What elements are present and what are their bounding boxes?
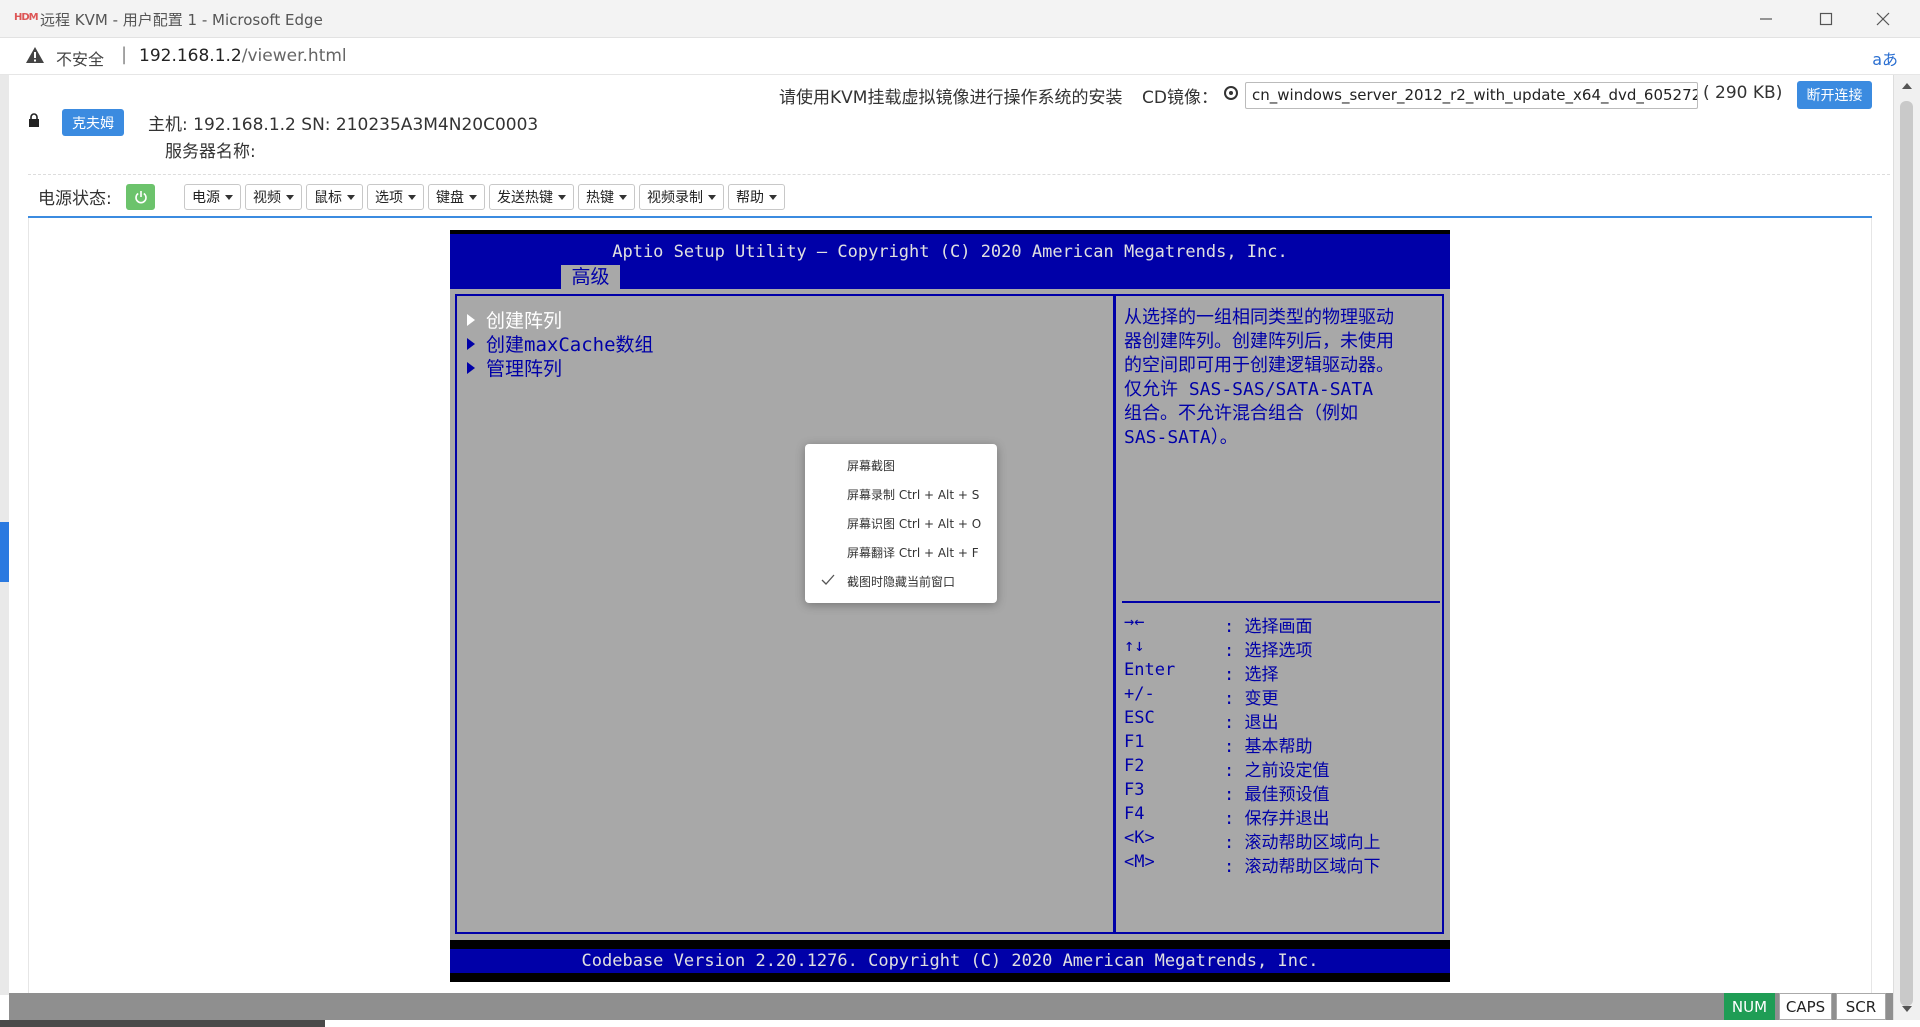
chevron-down-icon <box>769 194 777 200</box>
menu-video[interactable]: 视频 <box>245 184 302 210</box>
menu-keyboard[interactable]: 键盘 <box>428 184 485 210</box>
bottom-stripe <box>0 1020 1920 1027</box>
warning-icon <box>26 47 44 63</box>
bios-help-divider <box>1122 601 1440 603</box>
url-path: /viewer.html <box>241 46 347 66</box>
status-bar <box>9 993 1893 1020</box>
power-icon <box>134 191 147 204</box>
triangle-right-icon <box>467 337 475 350</box>
minimize-button[interactable] <box>1738 0 1794 38</box>
menu-item-screen-ocr[interactable]: 屏幕识图 Ctrl + Alt + O <box>805 509 997 538</box>
server-name-label: 服务器名称: <box>165 142 256 162</box>
chevron-down-icon <box>619 194 627 200</box>
menu-item-hide-window[interactable]: 截图时隐藏当前窗口 <box>805 567 997 596</box>
vertical-scrollbar[interactable] <box>1893 75 1920 1020</box>
user-button[interactable]: 克夫姆 <box>62 109 124 136</box>
address-url[interactable]: 192.168.1.2/viewer.html <box>139 46 347 66</box>
chevron-down-icon <box>558 194 566 200</box>
caps-lock-indicator[interactable]: CAPS <box>1779 993 1832 1020</box>
bios-item-create-maxcache[interactable]: 创建maxCache数组 <box>467 330 654 357</box>
cd-hint-text: 请使用KVM挂载虚拟镜像进行操作系统的安装 <box>779 88 1123 108</box>
bios-screen[interactable]: Aptio Setup Utility – Copyright (C) 2020… <box>450 230 1450 982</box>
menu-video-record[interactable]: 视频录制 <box>639 184 724 210</box>
power-status-button[interactable] <box>126 184 155 210</box>
bios-title: Aptio Setup Utility – Copyright (C) 2020… <box>612 242 1288 262</box>
chevron-down-icon <box>286 194 294 200</box>
cd-image-label: CD镜像： <box>1142 88 1218 108</box>
address-bar[interactable]: 不安全 | 192.168.1.2/viewer.html aあ <box>0 38 1920 75</box>
url-host: 192.168.1.2 <box>139 46 242 66</box>
checkmark-icon <box>821 574 835 585</box>
bottom-stripe-dark <box>0 1020 325 1027</box>
disconnect-button[interactable]: 断开连接 <box>1797 81 1872 109</box>
lock-icon <box>29 113 39 127</box>
bios-header: Aptio Setup Utility – Copyright (C) 2020… <box>450 234 1450 289</box>
minimize-icon <box>1760 18 1772 20</box>
cd-image-size: ( 290 KB) <box>1703 83 1783 103</box>
header-divider <box>28 174 1890 175</box>
chevron-down-icon <box>225 194 233 200</box>
num-lock-indicator[interactable]: NUM <box>1724 993 1775 1020</box>
menu-hotkey[interactable]: 热键 <box>578 184 635 210</box>
bios-body: 创建阵列 创建maxCache数组 管理阵列 从选择的一组相同类型的物理驱动 器… <box>450 289 1450 940</box>
scroll-up-icon[interactable] <box>1902 83 1912 89</box>
insecure-label[interactable]: 不安全 <box>56 46 104 70</box>
scroll-lock-indicator[interactable]: SCR <box>1836 993 1886 1020</box>
screenshot-context-menu: 屏幕截图 屏幕录制 Ctrl + Alt + S 屏幕识图 Ctrl + Alt… <box>805 444 997 603</box>
chevron-down-icon <box>469 194 477 200</box>
scroll-down-icon[interactable] <box>1902 1006 1912 1012</box>
chevron-down-icon <box>347 194 355 200</box>
bios-item-manage-array[interactable]: 管理阵列 <box>467 354 562 381</box>
window-title: 远程 KVM - 用户配置 1 - Microsoft Edge <box>40 11 323 29</box>
menu-item-screenshot[interactable]: 屏幕截图 <box>805 451 997 480</box>
maximize-icon <box>1819 12 1833 26</box>
bios-menu-panel: 创建阵列 创建maxCache数组 管理阵列 <box>455 294 1115 934</box>
menu-options[interactable]: 选项 <box>367 184 424 210</box>
scroll-thumb[interactable] <box>1900 101 1913 1006</box>
chevron-down-icon <box>708 194 716 200</box>
host-info: 主机: 192.168.1.2 SN: 210235A3M4N20C0003 <box>148 115 539 135</box>
triangle-right-icon <box>467 361 475 374</box>
window-titlebar: HDM 远程 KVM - 用户配置 1 - Microsoft Edge <box>0 0 1920 38</box>
bios-tab-advanced[interactable]: 高级 <box>561 265 620 289</box>
toolbar-menus: 电源 视频 鼠标 选项 键盘 发送热键 热键 视频录制 帮助 <box>184 184 789 210</box>
menu-item-screen-record[interactable]: 屏幕录制 Ctrl + Alt + S <box>805 480 997 509</box>
app-logo: HDM <box>14 12 39 23</box>
triangle-right-icon <box>467 313 475 326</box>
menu-mouse[interactable]: 鼠标 <box>306 184 363 210</box>
address-separator: | <box>121 44 128 65</box>
bios-footer: Codebase Version 2.20.1276. Copyright (C… <box>450 949 1450 973</box>
menu-help[interactable]: 帮助 <box>728 184 785 210</box>
chevron-down-icon <box>408 194 416 200</box>
maximize-button[interactable] <box>1798 0 1854 38</box>
menu-send-hotkey[interactable]: 发送热键 <box>489 184 574 210</box>
read-aloud-icon[interactable]: aあ <box>1872 46 1898 70</box>
menu-power[interactable]: 电源 <box>184 184 241 210</box>
bios-item-create-array[interactable]: 创建阵列 <box>467 306 562 333</box>
power-status-label: 电源状态: <box>38 189 112 209</box>
cd-disc-icon[interactable] <box>1224 86 1238 100</box>
cd-image-field[interactable]: cn_windows_server_2012_r2_with_update_x6… <box>1245 82 1698 109</box>
close-button[interactable] <box>1855 0 1911 38</box>
close-icon <box>1876 12 1890 26</box>
bios-help-panel: 从选择的一组相同类型的物理驱动 器创建阵列。创建阵列后，未使用 的空间即可用于创… <box>1114 294 1444 934</box>
menu-item-screen-translate[interactable]: 屏幕翻译 Ctrl + Alt + F <box>805 538 997 567</box>
bios-help-text: 从选择的一组相同类型的物理驱动 器创建阵列。创建阵列后，未使用 的空间即可用于创… <box>1124 307 1394 448</box>
left-accent-bar <box>0 522 9 582</box>
